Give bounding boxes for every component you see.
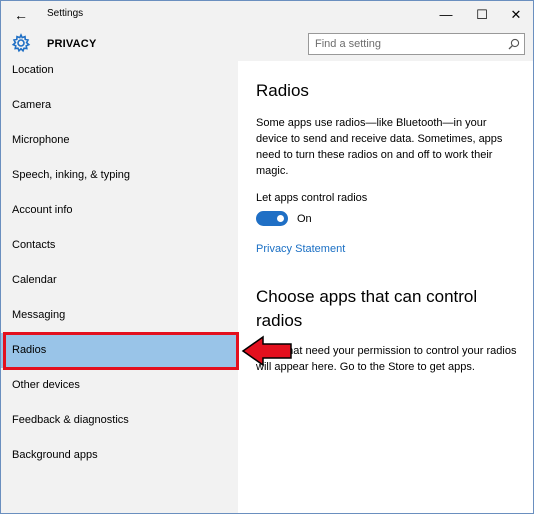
- sidebar-item-camera[interactable]: Camera: [1, 88, 238, 123]
- annotation-arrow-icon: [241, 335, 292, 367]
- window-title: Settings: [47, 8, 84, 19]
- sidebar-item-speech[interactable]: Speech, inking, & typing: [1, 158, 238, 193]
- title-bar: ← Settings — ☐ ✕: [1, 1, 533, 29]
- search-box[interactable]: [308, 33, 525, 55]
- maximize-button[interactable]: ☐: [467, 3, 497, 27]
- search-icon[interactable]: [508, 38, 520, 50]
- section-heading: Radios: [256, 81, 309, 100]
- toggle-state-text: On: [297, 213, 312, 225]
- sidebar-item-messaging[interactable]: Messaging: [1, 298, 238, 333]
- search-input[interactable]: [315, 36, 505, 52]
- section-description: Some apps use radios—like Bluetooth—in y…: [256, 117, 503, 177]
- section2-heading: Choose apps that can control radios: [256, 287, 478, 330]
- back-arrow-icon[interactable]: ←: [11, 5, 31, 25]
- section2-text: Apps that need your permission to contro…: [256, 345, 517, 373]
- close-button[interactable]: ✕: [501, 3, 531, 27]
- sidebar-item-background-apps[interactable]: Background apps: [1, 438, 238, 473]
- toggle-knob: [277, 215, 284, 222]
- settings-window: ← Settings — ☐ ✕ PRIVACY Location Camera…: [0, 0, 534, 514]
- sidebar-item-microphone[interactable]: Microphone: [1, 123, 238, 158]
- sidebar-item-location[interactable]: Location: [1, 53, 238, 88]
- sidebar-item-account-info[interactable]: Account info: [1, 193, 238, 228]
- annotation-highlight-box: [3, 332, 239, 370]
- sidebar-item-other-devices[interactable]: Other devices: [1, 368, 238, 403]
- main-content: Radios Some apps use radios—like Bluetoo…: [238, 61, 533, 513]
- sidebar-nav: Location Camera Microphone Speech, inkin…: [1, 61, 238, 513]
- toggle-label: Let apps control radios: [256, 192, 368, 204]
- radios-toggle[interactable]: [256, 211, 288, 226]
- sidebar-item-feedback[interactable]: Feedback & diagnostics: [1, 403, 238, 438]
- gear-icon: [11, 33, 31, 53]
- minimize-button[interactable]: —: [431, 3, 461, 27]
- privacy-statement-link[interactable]: Privacy Statement: [256, 243, 345, 255]
- sidebar-item-calendar[interactable]: Calendar: [1, 263, 238, 298]
- sidebar-item-contacts[interactable]: Contacts: [1, 228, 238, 263]
- page-title: PRIVACY: [47, 38, 97, 50]
